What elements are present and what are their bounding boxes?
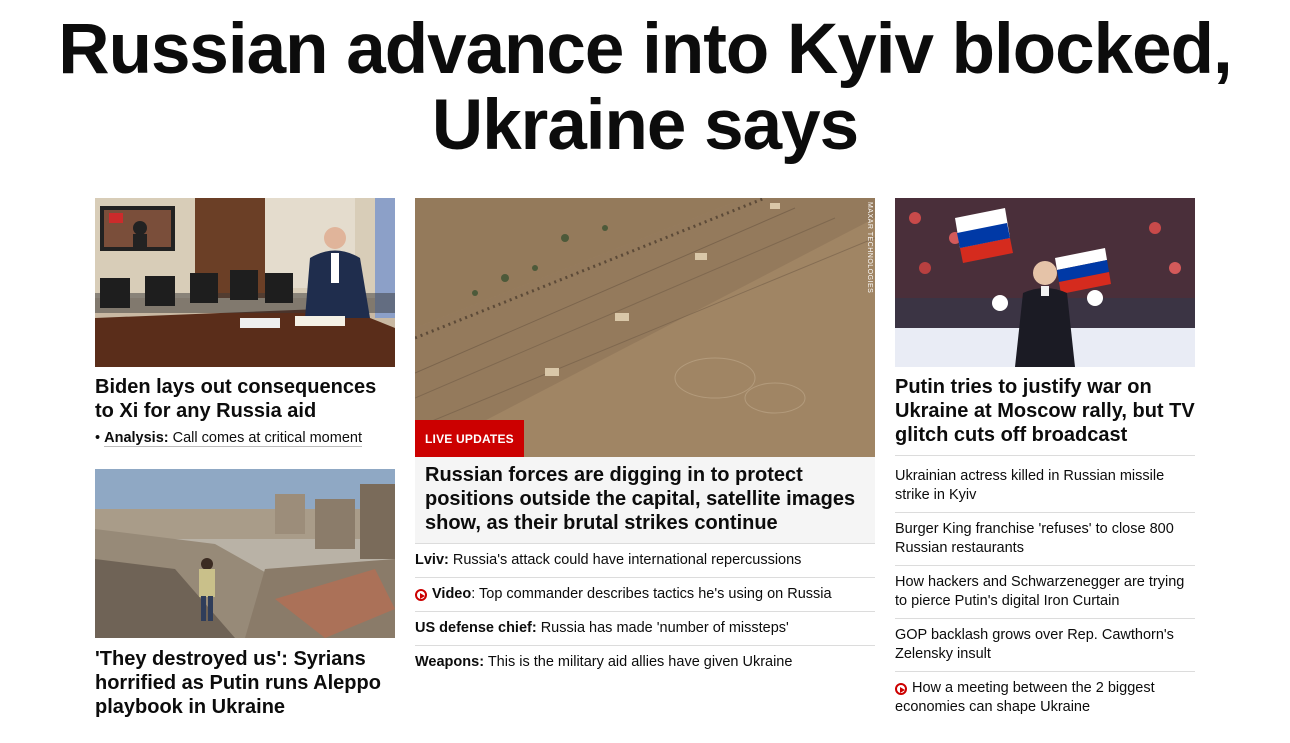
list-item[interactable]: Burger King franchise 'refuses' to close… (895, 512, 1195, 565)
aleppo-ruins-image[interactable] (95, 469, 395, 638)
image-credit: MAXAR TECHNOLOGIES (866, 202, 873, 294)
story-title-biden[interactable]: Biden lays out consequences to Xi for an… (95, 375, 395, 423)
item-text: Russia has made 'number of missteps' (540, 620, 789, 636)
list-item[interactable]: Video: Top commander describes tactics h… (415, 577, 875, 611)
item-label: Lviv: (415, 552, 449, 568)
list-item[interactable]: How hackers and Schwarzenegger are tryin… (895, 565, 1195, 618)
list-item[interactable]: How a meeting between the 2 biggest econ… (895, 671, 1195, 724)
left-column: Biden lays out consequences to Xi for an… (95, 198, 395, 719)
item-text: : Top commander describes tactics he's u… (471, 586, 832, 602)
list-item[interactable]: GOP backlash grows over Rep. Cawthorn's … (895, 618, 1195, 671)
list-item[interactable]: US defense chief: Russia has made 'numbe… (415, 611, 875, 645)
item-label: Weapons: (415, 654, 485, 670)
main-headline-link[interactable]: Russian advance into Kyiv blocked, Ukrai… (58, 10, 1232, 165)
putin-rally-image[interactable] (895, 198, 1195, 367)
story-title-putin-rally[interactable]: Putin tries to justify war on Ukraine at… (895, 375, 1195, 447)
story-title-aleppo[interactable]: 'They destroyed us': Syrians horrified a… (95, 647, 395, 719)
play-video-icon (415, 589, 427, 601)
analysis-text: Call comes at critical moment (172, 430, 362, 446)
item-label: Video (432, 586, 472, 602)
mid-title-box: Russian forces are digging in to protect… (415, 457, 875, 543)
main-headline[interactable]: Russian advance into Kyiv blocked, Ukrai… (0, 12, 1290, 164)
item-text: This is the military aid allies have giv… (487, 654, 793, 670)
item-label: US defense chief: (415, 620, 537, 636)
live-updates-badge[interactable]: LIVE UPDATES (415, 420, 524, 457)
play-video-icon (895, 683, 907, 695)
satellite-trenches-image[interactable]: MAXAR TECHNOLOGIES LIVE UPDATES (415, 198, 875, 457)
biden-video-call-image[interactable] (95, 198, 395, 367)
middle-column: MAXAR TECHNOLOGIES LIVE UPDATES Russian … (415, 198, 875, 679)
list-item[interactable]: Weapons: This is the military aid allies… (415, 645, 875, 679)
analysis-label: Analysis: (104, 430, 169, 446)
story-title-digging-in[interactable]: Russian forces are digging in to protect… (425, 463, 865, 535)
list-item[interactable]: Ukrainian actress killed in Russian miss… (895, 460, 1195, 512)
bullet: • (95, 430, 101, 446)
related-links-list: Lviv: Russia's attack could have interna… (415, 543, 875, 679)
analysis-link[interactable]: • Analysis: Call comes at critical momen… (95, 429, 395, 447)
item-text: Russia's attack could have international… (452, 552, 802, 568)
analysis-anchor[interactable]: Analysis: Call comes at critical moment (104, 430, 362, 447)
list-item[interactable]: Lviv: Russia's attack could have interna… (415, 543, 875, 577)
item-text: How a meeting between the 2 biggest econ… (895, 680, 1155, 715)
right-links-list: Ukrainian actress killed in Russian miss… (895, 460, 1195, 724)
right-column: Putin tries to justify war on Ukraine at… (895, 198, 1195, 724)
